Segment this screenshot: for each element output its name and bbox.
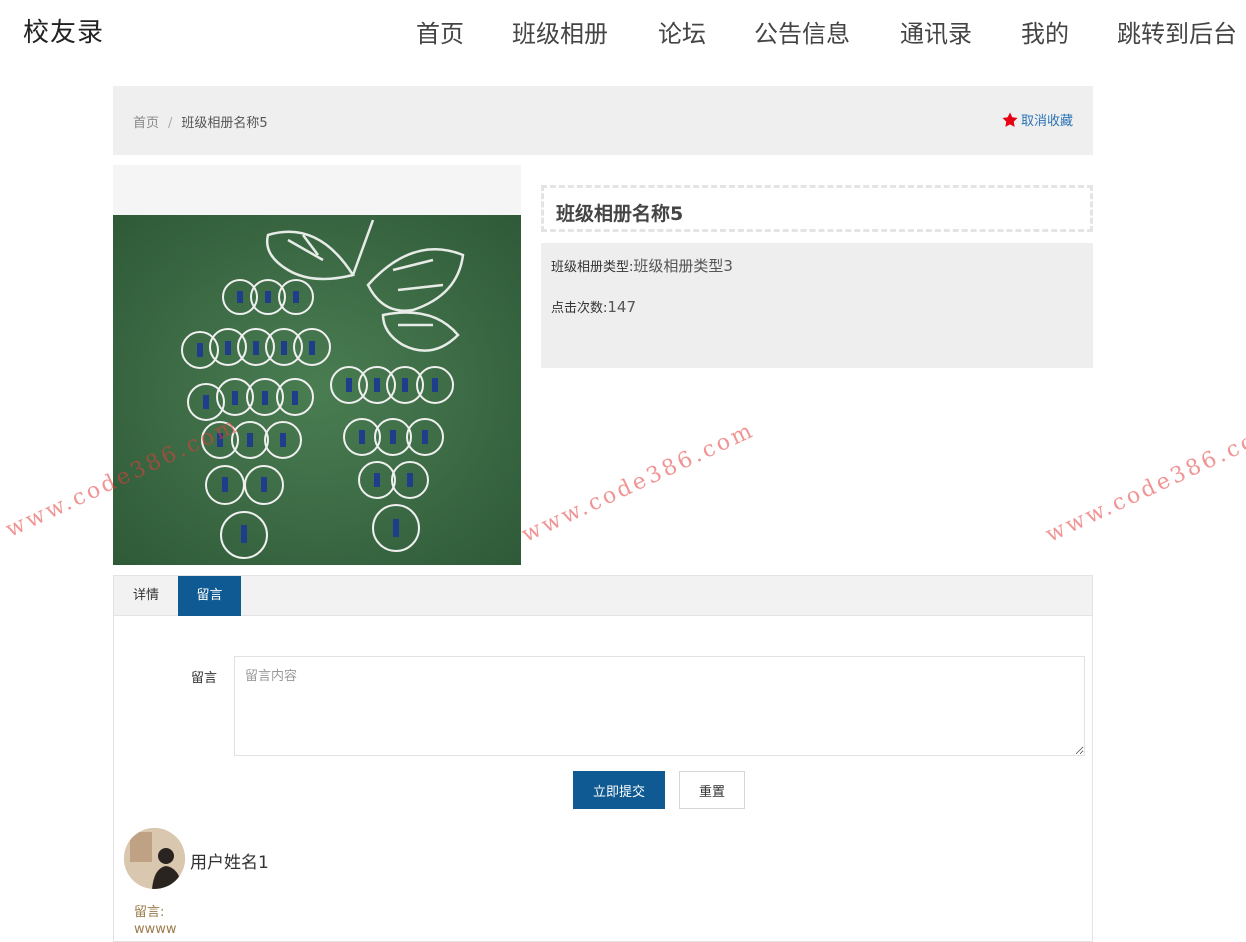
nav-item-contacts[interactable]: 通讯录 [900,14,972,49]
tab-bar: 详情 留言 [114,576,1092,616]
comment-label: 留言: [134,905,165,920]
click-count-row: 点击次数:147 [551,297,636,316]
click-count-value: 147 [607,298,637,316]
message-label: 留言 [191,671,218,686]
nav-item-mine[interactable]: 我的 [1021,14,1069,49]
submit-button[interactable]: 立即提交 [573,771,665,809]
album-cover-image [113,215,521,565]
album-info-box: 班级相册类型:班级相册类型3 点击次数:147 [541,243,1093,368]
watermark: www.code386.com [518,417,759,548]
unfavorite-button[interactable]: 取消收藏 [1001,110,1073,129]
comment-username: 用户姓名1 [190,853,269,873]
tab-messages[interactable]: 留言 [178,576,241,616]
reset-button[interactable]: 重置 [679,771,745,809]
breadcrumb-home[interactable]: 首页 [133,116,159,131]
message-input[interactable] [234,656,1085,756]
album-type-row: 班级相册类型:班级相册类型3 [551,255,733,276]
nav-item-class-album[interactable]: 班级相册 [512,14,608,49]
grape-formation-illustration [113,215,521,565]
click-count-label: 点击次数: [551,301,608,316]
nav-item-backend[interactable]: 跳转到后台 [1117,14,1237,49]
main-nav: 首页 班级相册 论坛 公告信息 通讯录 我的 跳转到后台 [0,14,1246,54]
breadcrumb: 首页 / 班级相册名称5 [133,112,268,131]
top-navbar: 校友录 首页 班级相册 论坛 公告信息 通讯录 我的 跳转到后台 [0,0,1246,64]
album-title: 班级相册名称5 [556,203,684,225]
nav-item-home[interactable]: 首页 [416,14,464,49]
comment-text: wwww [134,922,177,937]
album-type-value: 班级相册类型3 [633,257,733,275]
nav-item-forum[interactable]: 论坛 [658,14,706,49]
breadcrumb-separator: / [168,116,173,131]
breadcrumb-current: 班级相册名称5 [181,116,268,131]
watermark: www.code386.com [1042,417,1246,548]
album-title-box: 班级相册名称5 [541,185,1093,232]
star-icon [1002,112,1018,127]
nav-item-announcements[interactable]: 公告信息 [754,14,850,49]
breadcrumb-bar: 首页 / 班级相册名称5 取消收藏 [113,86,1093,155]
unfavorite-label: 取消收藏 [1020,114,1073,129]
album-type-label: 班级相册类型: [551,260,634,275]
user-avatar-icon [124,828,185,889]
tab-details[interactable]: 详情 [114,576,178,616]
image-header-strip [113,165,521,215]
avatar [124,828,185,889]
detail-panel: 详情 留言 留言 立即提交 重置 用户姓名1 留言: wwww [113,575,1093,942]
